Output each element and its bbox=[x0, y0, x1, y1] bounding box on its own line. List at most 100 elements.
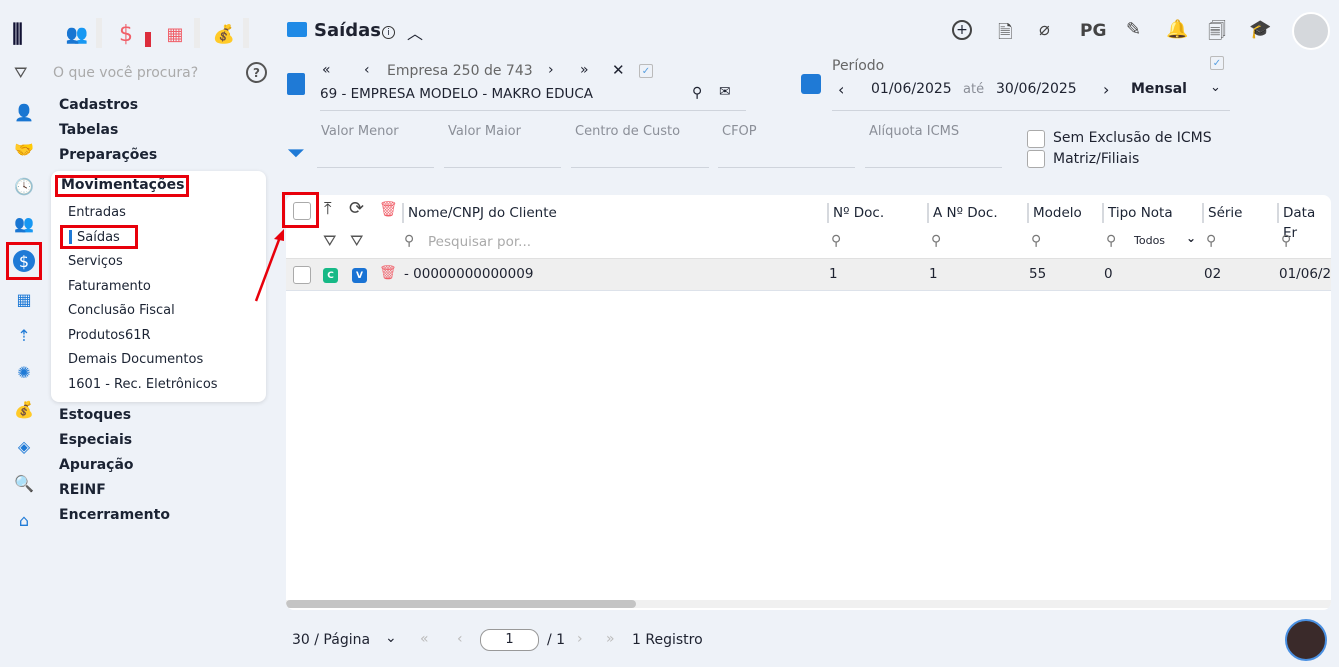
menu-search-input[interactable]: O que você procura? bbox=[53, 65, 198, 81]
search-icon[interactable]: ⚲ bbox=[831, 233, 841, 249]
collapse-chevron-icon[interactable]: ︿ bbox=[407, 20, 423, 44]
period-end[interactable]: 30/06/2025 bbox=[996, 81, 1077, 97]
row-delete-icon[interactable]: 🗑 bbox=[379, 265, 397, 281]
help-icon[interactable]: ? bbox=[246, 62, 267, 83]
broom-icon[interactable]: ⌀ bbox=[1039, 19, 1050, 40]
submenu-servicos[interactable]: Serviços bbox=[68, 254, 123, 269]
nome-search-input[interactable]: Pesquisar por... bbox=[428, 234, 531, 250]
first-page-button[interactable]: « bbox=[420, 631, 429, 647]
search-icon[interactable]: ⚲ bbox=[404, 233, 414, 249]
people-module-icon[interactable]: 👥 bbox=[63, 20, 91, 48]
pg-button[interactable]: PG bbox=[1080, 21, 1106, 41]
chevron-down-icon[interactable]: ⌄ bbox=[1186, 231, 1196, 245]
matriz-filiais-checkbox[interactable] bbox=[1027, 150, 1045, 168]
chevron-down-icon[interactable]: ⌄ bbox=[1210, 80, 1221, 95]
search-icon[interactable]: ⚲ bbox=[1206, 233, 1216, 249]
graduation-cap-icon[interactable]: 🎓 bbox=[1249, 19, 1271, 40]
home-icon[interactable]: ⌂ bbox=[12, 509, 36, 531]
row-v-badge[interactable]: V bbox=[352, 268, 367, 283]
sem-exclusao-checkbox[interactable] bbox=[1027, 130, 1045, 148]
company-search-icon[interactable]: ⚲ bbox=[692, 85, 702, 101]
search-icon[interactable]: ⚲ bbox=[931, 233, 941, 249]
layers-icon[interactable]: ◈ bbox=[12, 435, 36, 457]
menu-cadastros[interactable]: Cadastros bbox=[59, 97, 138, 113]
filter-icon[interactable]: ⛛ bbox=[323, 231, 336, 251]
centro-custo-field[interactable]: Centro de Custo bbox=[571, 124, 709, 168]
valor-menor-field[interactable]: Valor Menor bbox=[317, 124, 434, 168]
calculator-module-icon[interactable]: ▦ bbox=[161, 20, 189, 48]
last-page-button[interactable]: » bbox=[606, 631, 615, 647]
refresh-icon[interactable]: ⟳ bbox=[349, 198, 364, 219]
col-n-doc[interactable]: Nº Doc. bbox=[827, 203, 884, 223]
row-checkbox[interactable] bbox=[293, 266, 311, 284]
page-input[interactable]: 1 bbox=[480, 629, 539, 651]
col-nome-cnpj[interactable]: Nome/CNPJ do Cliente bbox=[402, 203, 557, 223]
col-modelo[interactable]: Modelo bbox=[1027, 203, 1082, 223]
horizontal-scrollbar[interactable] bbox=[286, 600, 1331, 608]
bell-icon[interactable]: 🔔 bbox=[1166, 19, 1188, 40]
user-avatar[interactable] bbox=[1292, 12, 1330, 50]
first-company-button[interactable]: « bbox=[322, 62, 331, 78]
money-bag-module-icon[interactable]: 💰 bbox=[210, 20, 238, 48]
search-icon[interactable]: ⚲ bbox=[1281, 233, 1291, 249]
info-icon[interactable]: i bbox=[382, 26, 395, 39]
submenu-faturamento[interactable]: Faturamento bbox=[68, 279, 151, 294]
period-checkbox[interactable]: ✓ bbox=[1210, 56, 1224, 70]
user-settings-icon[interactable]: 👤 bbox=[12, 101, 36, 123]
company-checkbox[interactable]: ✓ bbox=[639, 64, 653, 78]
next-period-button[interactable]: › bbox=[1103, 80, 1109, 99]
menu-tabelas[interactable]: Tabelas bbox=[59, 122, 118, 138]
submenu-conclusao-fiscal[interactable]: Conclusão Fiscal bbox=[68, 303, 175, 318]
prev-page-button[interactable]: ‹ bbox=[457, 631, 463, 647]
submenu-produtos61r[interactable]: Produtos61R bbox=[68, 328, 151, 343]
prev-period-button[interactable]: ‹ bbox=[838, 80, 844, 99]
clear-company-icon[interactable]: ✕ bbox=[612, 61, 625, 79]
submenu-rec-eletronicos[interactable]: 1601 - Rec. Eletrônicos bbox=[68, 377, 218, 392]
dollar-module-icon[interactable]: $ bbox=[112, 20, 140, 48]
per-page-select[interactable]: 30 / Página bbox=[292, 632, 370, 648]
report-search-icon[interactable]: 🗐 bbox=[1208, 19, 1226, 49]
col-a-n-doc[interactable]: A Nº Doc. bbox=[927, 203, 998, 223]
col-data[interactable]: Data Er bbox=[1277, 203, 1331, 241]
search-icon[interactable]: 🔍 bbox=[12, 472, 36, 494]
period-mode-select[interactable]: Mensal bbox=[1131, 81, 1187, 97]
users-icon[interactable]: 👥 bbox=[12, 212, 36, 234]
next-company-button[interactable]: › bbox=[548, 62, 554, 78]
last-company-button[interactable]: » bbox=[580, 62, 589, 78]
submenu-entradas[interactable]: Entradas bbox=[68, 205, 126, 220]
delete-icon[interactable]: 🗑 bbox=[379, 200, 398, 218]
valor-maior-field[interactable]: Valor Maior bbox=[444, 124, 561, 168]
edit-icon[interactable]: ✎ bbox=[1126, 19, 1141, 40]
col-serie[interactable]: Série bbox=[1202, 203, 1242, 223]
network-icon[interactable]: ✺ bbox=[12, 361, 36, 383]
arrow-percent-icon[interactable]: ⇡ bbox=[12, 324, 36, 346]
filter-icon[interactable]: ⛛ bbox=[14, 63, 27, 83]
filter-icon[interactable]: ⛛ bbox=[350, 231, 363, 251]
filter-funnel-icon[interactable]: ⏷ bbox=[287, 141, 305, 166]
col-tipo-nota[interactable]: Tipo Nota bbox=[1102, 203, 1173, 223]
aliquota-icms-field[interactable]: Alíquota ICMS bbox=[865, 124, 1002, 168]
mail-icon[interactable]: ✉ bbox=[719, 84, 731, 100]
money-bag-icon[interactable]: 💰 bbox=[12, 398, 36, 420]
submenu-demais-documentos[interactable]: Demais Documentos bbox=[68, 352, 203, 367]
assistant-avatar[interactable] bbox=[1285, 619, 1327, 661]
chevron-down-icon[interactable]: ⌄ bbox=[385, 630, 397, 646]
prev-company-button[interactable]: ‹ bbox=[364, 62, 370, 78]
add-circle-icon[interactable]: + bbox=[952, 20, 972, 40]
menu-estoques[interactable]: Estoques bbox=[59, 407, 131, 423]
period-start[interactable]: 01/06/2025 bbox=[871, 81, 952, 97]
cfop-field[interactable]: CFOP bbox=[718, 124, 855, 168]
next-page-button[interactable]: › bbox=[577, 631, 583, 647]
calculator-icon[interactable]: ▦ bbox=[12, 288, 36, 310]
export-icon[interactable]: ⤒ bbox=[324, 199, 332, 219]
menu-apuracao[interactable]: Apuração bbox=[59, 457, 134, 473]
row-c-badge[interactable]: C bbox=[323, 268, 338, 283]
menu-reinf[interactable]: REINF bbox=[59, 482, 106, 498]
menu-especiais[interactable]: Especiais bbox=[59, 432, 132, 448]
menu-encerramento[interactable]: Encerramento bbox=[59, 507, 170, 523]
menu-preparacoes[interactable]: Preparações bbox=[59, 147, 157, 163]
search-icon[interactable]: ⚲ bbox=[1106, 233, 1116, 249]
search-icon[interactable]: ⚲ bbox=[1031, 233, 1041, 249]
handshake-icon[interactable]: 🤝 bbox=[12, 138, 36, 160]
clock-icon[interactable]: 🕓 bbox=[12, 175, 36, 197]
